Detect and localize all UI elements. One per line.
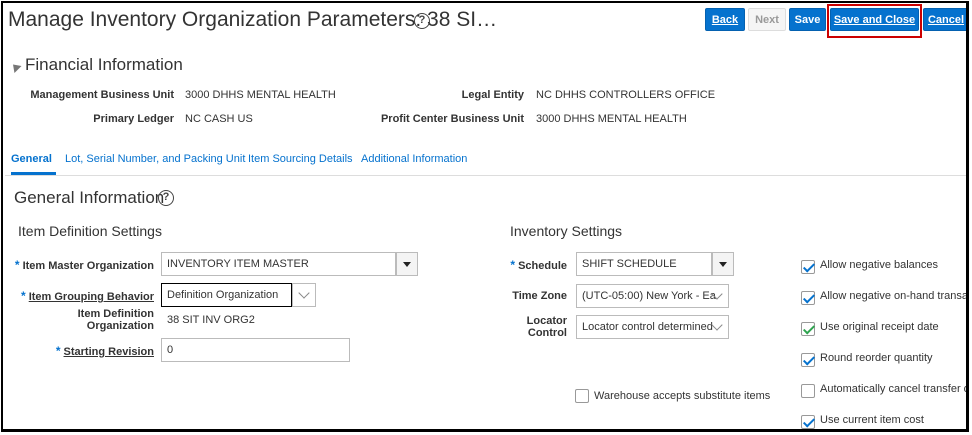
use-current-item-cost-checkbox[interactable] — [801, 415, 815, 429]
required-marker: * — [21, 289, 26, 303]
save-button[interactable]: Save — [789, 8, 826, 31]
required-marker: * — [14, 258, 20, 272]
schedule-dropdown-icon[interactable] — [712, 252, 734, 276]
profit-center-value: 3000 DHHS MENTAL HEALTH — [536, 113, 687, 125]
auto-cancel-transfer-label: Automatically cancel transfer orde — [820, 383, 969, 395]
schedule-input[interactable]: SHIFT SCHEDULE — [576, 252, 712, 276]
item-grouping-label: * Item Grouping Behavior — [21, 289, 154, 303]
round-reorder-quantity-checkbox[interactable] — [801, 353, 815, 367]
warehouse-substitute-checkbox[interactable] — [575, 389, 589, 403]
primary-ledger-value: NC CASH US — [185, 113, 253, 125]
item-def-org-label: Item Definition Organization — [78, 308, 154, 332]
tab-general[interactable]: General — [11, 153, 52, 165]
tab-additional-info[interactable]: Additional Information — [361, 153, 467, 165]
use-current-item-cost-label: Use current item cost — [820, 414, 924, 426]
cancel-button-label: Cancel — [927, 14, 965, 26]
item-def-org-label-line1: Item Definition — [77, 308, 154, 320]
help-icon[interactable]: ? — [414, 13, 430, 29]
use-original-receipt-date-checkbox[interactable] — [801, 322, 815, 336]
tab-item-sourcing[interactable]: Item Sourcing Details — [248, 153, 353, 165]
locator-control-select[interactable]: Locator control determined — [576, 315, 729, 339]
cancel-button[interactable]: Cancel — [923, 8, 969, 31]
item-definition-heading: Item Definition Settings — [18, 223, 162, 239]
locator-control-label-line1: Locator — [526, 315, 567, 327]
back-button[interactable]: Back — [705, 8, 745, 31]
use-original-receipt-date-label: Use original receipt date — [820, 321, 939, 333]
focus-highlight — [827, 4, 922, 38]
collapse-triangle-icon[interactable] — [9, 60, 22, 74]
locator-control-label-line2: Control — [527, 327, 567, 339]
inventory-settings-heading: Inventory Settings — [510, 223, 623, 239]
schedule-label-text: Schedule — [518, 260, 567, 272]
item-def-org-value: 38 SIT INV ORG2 — [167, 314, 255, 326]
window-border-bottom — [1, 429, 969, 432]
starting-revision-input[interactable]: 0 — [161, 338, 350, 362]
time-zone-label: Time Zone — [512, 290, 567, 302]
time-zone-select[interactable]: (UTC-05:00) New York - Ea — [576, 284, 729, 308]
item-master-org-dropdown-icon[interactable] — [396, 252, 418, 276]
profit-center-label: Profit Center Business Unit — [380, 113, 524, 125]
starting-revision-label-text: Starting Revision — [63, 346, 154, 358]
required-marker: * — [55, 344, 61, 358]
required-marker: * — [510, 258, 516, 272]
app-window: Manage Inventory Organization Parameters… — [1, 1, 969, 431]
starting-revision-label: * Starting Revision — [56, 344, 154, 358]
item-master-org-label: * Item Master Organization — [15, 258, 154, 272]
allow-negative-onhand-checkbox[interactable] — [801, 291, 815, 305]
item-grouping-select[interactable]: Definition Organization — [161, 283, 292, 307]
schedule-label: * Schedule — [510, 258, 567, 272]
tab-lot-serial[interactable]: Lot, Serial Number, and Packing Unit — [65, 153, 245, 165]
item-def-org-label-line2: Organization — [86, 320, 154, 332]
locator-control-label: Locator Control — [527, 315, 567, 339]
mgmt-bu-value: 3000 DHHS MENTAL HEALTH — [185, 89, 336, 101]
tabs-divider — [5, 175, 969, 176]
legal-entity-label: Legal Entity — [461, 89, 524, 101]
primary-ledger-label: Primary Ledger — [93, 113, 174, 125]
round-reorder-quantity-label: Round reorder quantity — [820, 352, 933, 364]
general-help-icon[interactable]: ? — [158, 190, 174, 206]
allow-negative-balances-checkbox[interactable] — [801, 260, 815, 274]
auto-cancel-transfer-checkbox[interactable] — [801, 384, 815, 398]
item-master-org-input[interactable]: INVENTORY ITEM MASTER — [161, 252, 396, 276]
back-button-label: Back — [711, 14, 739, 26]
allow-negative-onhand-label: Allow negative on-hand transactio — [820, 290, 969, 302]
window-border-right — [966, 1, 969, 431]
mgmt-bu-label: Management Business Unit — [30, 89, 174, 101]
allow-negative-balances-label: Allow negative balances — [820, 259, 939, 271]
next-button[interactable]: Next — [748, 8, 786, 31]
item-master-org-label-text: Item Master Organization — [22, 260, 154, 272]
item-grouping-label-text: Item Grouping Behavior — [28, 291, 154, 303]
legal-entity-value: NC DHHS CONTROLLERS OFFICE — [536, 89, 716, 101]
warehouse-substitute-label: Warehouse accepts substitute items — [594, 390, 771, 402]
financial-section-title: Financial Information — [25, 55, 183, 74]
general-section-title: General Information — [14, 188, 165, 207]
